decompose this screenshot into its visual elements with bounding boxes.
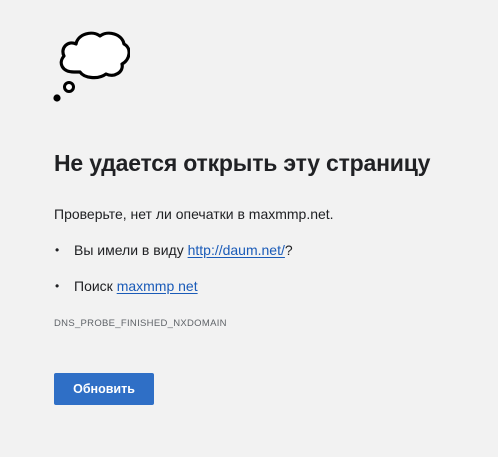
typo-check-message: Проверьте, нет ли опечатки в maxmmp.net. <box>54 206 334 222</box>
suggestion-search: • Поиск maxmmp net <box>54 276 293 296</box>
error-page: Не удается открыть эту страницу Проверьт… <box>0 0 498 457</box>
suggestions-list: • Вы имели в виду http://daum.net/? • По… <box>54 240 293 312</box>
suggestion-did-you-mean: • Вы имели в виду http://daum.net/? <box>54 240 293 260</box>
search-link[interactable]: maxmmp net <box>117 278 198 294</box>
page-title: Не удается открыть эту страницу <box>54 150 431 176</box>
did-you-mean-prefix: Вы имели в виду <box>74 242 188 258</box>
did-you-mean-link[interactable]: http://daum.net/ <box>188 242 285 258</box>
sad-cloud-icon <box>53 31 130 102</box>
search-prefix: Поиск <box>74 278 117 294</box>
bullet: • <box>55 243 60 257</box>
did-you-mean-suffix: ? <box>284 242 293 258</box>
reload-button[interactable]: Обновить <box>54 373 154 405</box>
bullet: • <box>55 279 60 293</box>
error-code: DNS_PROBE_FINISHED_NXDOMAIN <box>54 318 227 329</box>
